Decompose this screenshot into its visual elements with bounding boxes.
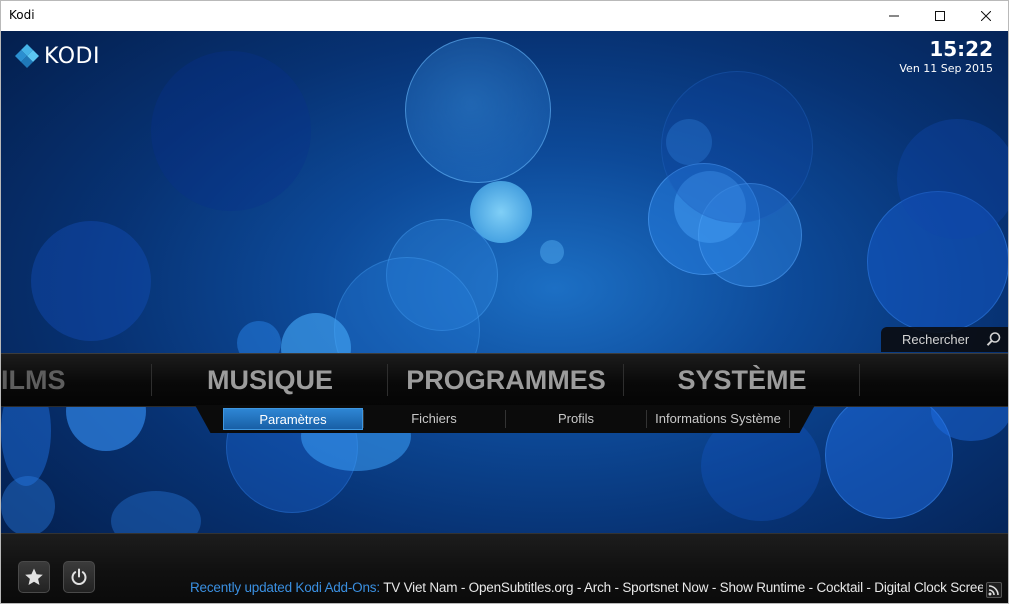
sub-menu-divider	[789, 410, 790, 428]
close-icon	[981, 11, 991, 21]
rss-icon	[988, 585, 999, 596]
kodi-window: Kodi KODI 15:22 Ven 11 Sep 2015 Recherch…	[0, 0, 1009, 604]
kodi-logo: KODI	[14, 43, 100, 69]
menu-divider	[859, 364, 860, 396]
sub-menu-item-parametres[interactable]: Paramètres	[223, 408, 363, 430]
main-menu-item-musique[interactable]: MUSIQUE	[152, 354, 388, 406]
minimize-button[interactable]	[871, 1, 917, 31]
window-title: Kodi	[9, 8, 35, 22]
main-menu-bar: ILMS MUSIQUE PROGRAMMES SYSTÈME	[1, 353, 1008, 407]
logo-text: KODI	[44, 43, 100, 69]
search-label: Rechercher	[902, 332, 970, 347]
background-bubble	[31, 221, 151, 341]
background-bubble	[1, 476, 55, 536]
main-menu-item-films[interactable]: ILMS	[1, 354, 151, 406]
search-button[interactable]: Rechercher	[881, 327, 1008, 352]
close-button[interactable]	[963, 1, 1008, 31]
clock: 15:22 Ven 11 Sep 2015	[899, 37, 993, 75]
footer-bar: Recently updated Kodi Add-Ons: TV Viet N…	[1, 533, 1008, 603]
kodi-logo-icon	[15, 44, 39, 68]
maximize-icon	[935, 11, 945, 21]
power-button[interactable]	[63, 561, 95, 593]
news-ticker: Recently updated Kodi Add-Ons: TV Viet N…	[190, 580, 983, 598]
background-bubble	[540, 240, 564, 264]
sub-menu-item-profils[interactable]: Profils	[506, 408, 646, 430]
sub-menu-item-informations-systeme[interactable]: Informations Système	[647, 408, 789, 430]
favourites-button[interactable]	[18, 561, 50, 593]
main-menu-item-programmes[interactable]: PROGRAMMES	[388, 354, 624, 406]
ticker-heading: Recently updated Kodi Add-Ons:	[190, 580, 380, 595]
minimize-icon	[889, 15, 899, 17]
main-menu-item-systeme[interactable]: SYSTÈME	[624, 354, 860, 406]
ticker-text: TV Viet Nam - OpenSubtitles.org - Arch -…	[379, 580, 983, 595]
background-bubble	[405, 37, 551, 183]
clock-date: Ven 11 Sep 2015	[899, 62, 993, 75]
favourites-star-icon	[25, 568, 43, 585]
background-bubble	[151, 51, 311, 211]
maximize-button[interactable]	[917, 1, 963, 31]
sub-menu-item-fichiers[interactable]: Fichiers	[364, 408, 504, 430]
sub-menu-bar: Paramètres Fichiers Profils Informations…	[195, 405, 815, 433]
kodi-home-screen: KODI 15:22 Ven 11 Sep 2015 Rechercher IL…	[1, 31, 1008, 603]
power-icon	[71, 568, 87, 585]
background-bubble	[666, 119, 712, 165]
title-bar: Kodi	[1, 1, 1008, 31]
rss-button[interactable]	[986, 582, 1002, 598]
search-icon	[986, 332, 1001, 346]
clock-time: 15:22	[929, 37, 993, 61]
background-bubble	[897, 119, 1008, 239]
